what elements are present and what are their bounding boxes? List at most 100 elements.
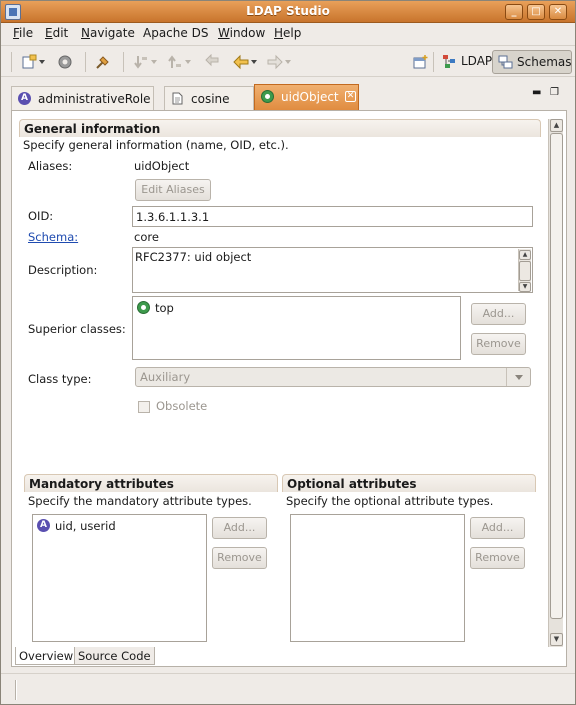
menu-apache-ds[interactable]: Apache DS [143,26,208,40]
previous-annotation-icon[interactable] [167,54,183,70]
toolbar-separator [11,52,12,72]
menu-help[interactable]: Help [274,26,301,40]
menu-file[interactable]: File [13,26,33,40]
back-icon[interactable] [233,54,249,70]
toolbar-separator [123,52,124,72]
previous-annotation-dropdown-icon[interactable] [185,60,191,64]
perspective-schemas-button[interactable]: Schemas [492,50,572,74]
optional-attributes-header: Optional attributes [282,474,536,492]
menu-window-label: indow [229,26,266,40]
tab-source-code[interactable]: Source Code [74,647,155,665]
new-dropdown-icon[interactable] [39,60,45,64]
list-item[interactable]: A uid, userid [37,519,116,533]
schema-value: core [134,230,159,244]
attribute-type-icon: A [18,92,31,105]
maximize-view-icon[interactable]: ❐ [550,88,561,98]
optional-remove-button[interactable]: Remove [470,547,525,569]
back-dropdown-icon[interactable] [251,60,257,64]
main-toolbar: LDAP Schemas [1,45,575,77]
mandatory-attributes-list[interactable]: A uid, userid [32,514,207,642]
menu-help-label: elp [283,26,302,40]
connect-icon[interactable] [95,54,111,70]
ldap-perspective-icon [443,55,455,68]
attribute-type-icon: A [37,519,50,532]
menu-help-mnemonic: H [274,26,284,40]
close-button[interactable]: ✕ [549,4,567,20]
status-separator [15,680,17,700]
menu-window[interactable]: Window [218,26,265,40]
toolbar-separator [85,52,86,72]
obsolete-checkbox[interactable] [138,401,150,413]
tab-cosine-label: cosine [191,92,230,106]
schema-link[interactable]: Schema: [28,230,78,244]
next-annotation-icon[interactable] [133,54,149,70]
menu-navigate[interactable]: Navigate [81,26,135,40]
menu-file-label: ile [19,26,34,40]
object-class-icon [261,90,274,103]
aliases-label: Aliases: [28,159,73,173]
chevron-down-icon[interactable] [506,368,530,386]
mandatory-attributes-description: Specify the mandatory attribute types. [28,494,252,508]
scroll-thumb[interactable] [550,133,563,619]
mandatory-attributes-header: Mandatory attributes [24,474,278,492]
tab-administrativerole-label: administrativeRole [38,92,151,106]
tab-administrativerole[interactable]: A administrativeRole [11,86,154,110]
app-window: LDAP Studio _ □ ✕ File Edit Navigate Apa… [0,0,576,705]
status-bar [1,673,575,704]
menu-apache-ds-label: Apache DS [143,26,209,40]
tab-uidobject[interactable]: uidObject ✕ [254,84,359,110]
editor-scrollbar[interactable]: ▲ ▼ [548,119,563,647]
perspective-ldap-button[interactable]: LDAP [437,50,498,74]
description-scroll-up-icon[interactable]: ▲ [519,250,531,260]
perspective-schemas-label: Schemas [517,55,572,69]
optional-add-button[interactable]: Add... [470,517,525,539]
open-perspective-icon[interactable] [413,54,429,70]
oid-label: OID: [28,209,54,223]
editor-tab-bar: A administrativeRole cosine uidObject ✕ … [11,84,567,110]
edit-aliases-button[interactable]: Edit Aliases [135,179,211,201]
description-label: Description: [28,263,98,277]
tab-overview[interactable]: Overview [15,647,78,665]
maximize-button[interactable]: □ [527,4,545,20]
superior-remove-button[interactable]: Remove [471,333,526,355]
forward-icon[interactable] [267,54,283,70]
new-icon[interactable] [21,54,37,70]
menu-window-mnemonic: W [218,26,230,40]
description-scroll-down-icon[interactable]: ▼ [519,282,531,292]
last-edit-location-icon[interactable] [205,54,221,70]
close-tab-icon[interactable]: ✕ [345,91,356,102]
next-annotation-dropdown-icon[interactable] [151,60,157,64]
toolbar-separator [433,52,434,72]
menu-edit-label: dit [52,26,69,40]
gear-icon[interactable] [57,54,73,70]
mandatory-remove-button[interactable]: Remove [212,547,267,569]
aliases-value: uidObject [134,159,190,173]
superior-add-button[interactable]: Add... [471,303,526,325]
superior-classes-label: Superior classes: [28,322,126,336]
oid-field[interactable]: 1.3.6.1.1.3.1 [132,206,533,227]
object-class-icon [137,301,150,314]
class-type-value: Auxiliary [140,370,191,384]
mandatory-add-button[interactable]: Add... [212,517,267,539]
minimize-button[interactable]: _ [505,4,523,20]
superior-classes-list[interactable]: top [132,296,461,360]
description-field[interactable]: RFC2377: uid object ▲ ▼ [132,247,533,293]
minimize-view-icon[interactable]: ▬ [532,88,543,98]
perspective-ldap-label: LDAP [461,54,493,68]
description-scroll-thumb[interactable] [519,261,531,281]
general-information-header: General information [19,119,541,137]
description-scrollbar[interactable]: ▲ ▼ [518,249,531,292]
class-type-select[interactable]: Auxiliary [135,367,531,387]
menu-edit[interactable]: Edit [45,26,68,40]
list-item[interactable]: top [137,301,174,315]
window-title: LDAP Studio [246,4,330,18]
forward-dropdown-icon[interactable] [285,60,291,64]
scroll-up-icon[interactable]: ▲ [550,119,563,132]
optional-attributes-description: Specify the optional attribute types. [286,494,494,508]
schemas-perspective-icon [498,55,513,69]
optional-attributes-list[interactable] [290,514,465,642]
title-bar[interactable]: LDAP Studio _ □ ✕ [1,1,575,23]
mandatory-attribute-name: uid, userid [55,519,116,533]
scroll-down-icon[interactable]: ▼ [550,633,563,646]
tab-cosine[interactable]: cosine [164,86,254,110]
